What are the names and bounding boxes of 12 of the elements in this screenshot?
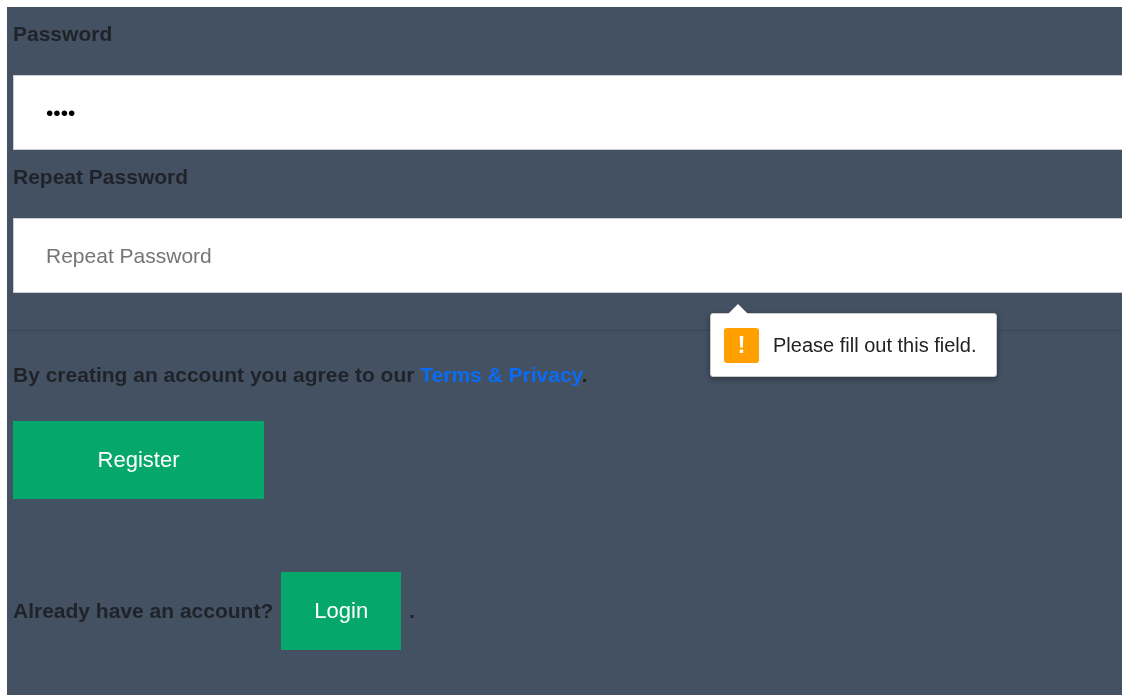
tooltip-message: Please fill out this field. xyxy=(773,333,977,357)
repeat-password-field[interactable]: Repeat Password xyxy=(13,218,1122,293)
period-text: . xyxy=(409,599,416,623)
terms-text: By creating an account you agree to our Terms & Privacy. xyxy=(13,363,589,387)
password-field[interactable]: •••• xyxy=(13,75,1122,150)
login-button[interactable]: Login xyxy=(281,572,402,650)
warning-icon: ! xyxy=(724,327,759,363)
login-prompt: Already have an account? xyxy=(13,599,274,623)
field-label: Repeat Password xyxy=(13,164,190,189)
register-button[interactable]: Register xyxy=(13,421,264,499)
field-label: Password xyxy=(13,21,114,46)
terms-link[interactable]: Terms & Privacy xyxy=(420,363,582,386)
